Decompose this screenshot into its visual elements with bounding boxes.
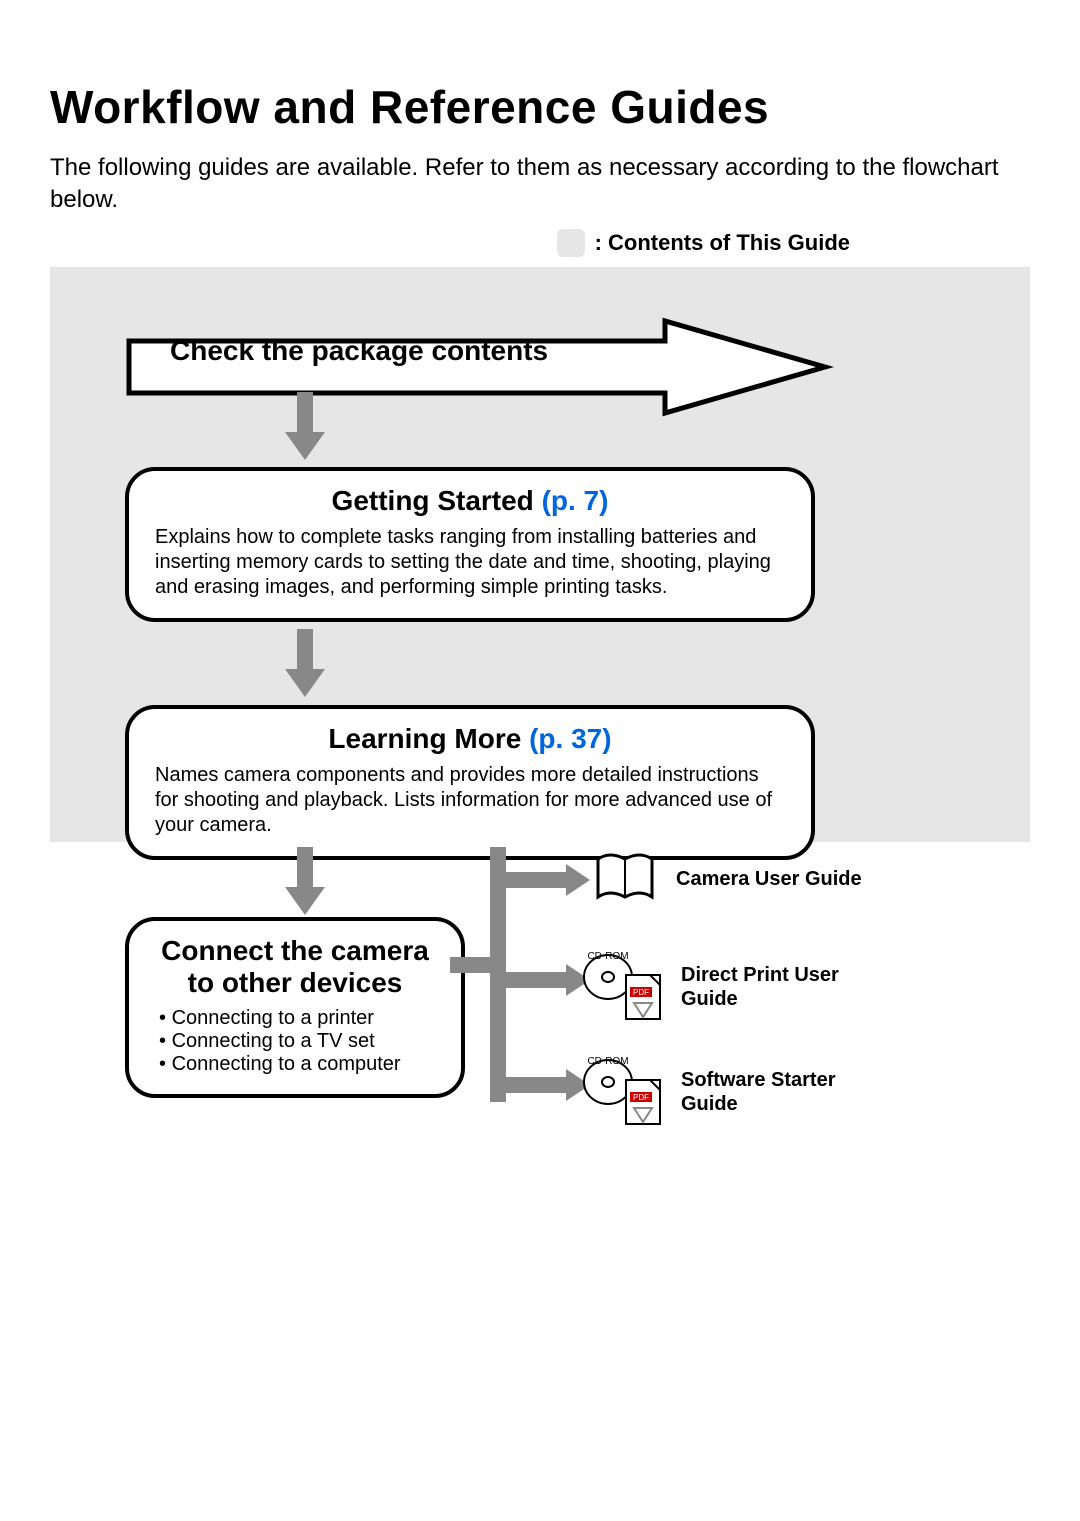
- legend: : Contents of This Guide: [50, 229, 1030, 257]
- direct-print-label: Direct Print User Guide: [681, 963, 891, 1011]
- down-arrow-icon: [275, 392, 335, 462]
- connect-item: Connecting to a computer: [159, 1053, 435, 1076]
- learning-more-box: Learning More (p. 37) Names camera compo…: [125, 705, 815, 860]
- getting-started-title-text: Getting Started: [332, 485, 542, 516]
- cdrom-pdf-icon: CD-ROM PDF: [580, 1052, 665, 1132]
- flowchart: Check the package contents Getting Start…: [50, 267, 1030, 1317]
- cdrom-pdf-icon: CD-ROM PDF: [580, 947, 665, 1027]
- svg-text:PDF: PDF: [633, 1093, 649, 1102]
- svg-text:PDF: PDF: [633, 988, 649, 997]
- learning-more-title-text: Learning More: [328, 723, 529, 754]
- getting-started-pageref[interactable]: (p. 7): [542, 485, 609, 516]
- software-starter-guide-row: CD-ROM PDF Software Starter Guide: [580, 1052, 891, 1132]
- step1-label: Check the package contents: [170, 335, 548, 367]
- page-title: Workflow and Reference Guides: [50, 80, 1030, 134]
- software-starter-label: Software Starter Guide: [681, 1068, 891, 1116]
- svg-text:CD-ROM: CD-ROM: [587, 1056, 628, 1067]
- down-arrow-icon: [275, 629, 335, 699]
- connect-title: Connect the camera to other devices: [155, 935, 435, 999]
- camera-user-guide-row: Camera User Guide: [590, 849, 862, 909]
- camera-user-guide-label: Camera User Guide: [676, 867, 862, 891]
- connect-item: Connecting to a printer: [159, 1007, 435, 1030]
- intro-text: The following guides are available. Refe…: [50, 152, 1030, 217]
- direct-print-guide-row: CD-ROM PDF Direct Print User Guide: [580, 947, 891, 1027]
- branch-arrows-icon: [450, 847, 600, 1107]
- connect-devices-box: Connect the camera to other devices Conn…: [125, 917, 465, 1098]
- book-icon: [590, 849, 660, 909]
- legend-text: : Contents of This Guide: [595, 230, 850, 256]
- svg-text:CD-ROM: CD-ROM: [587, 951, 628, 962]
- learning-more-body: Names camera components and provides mor…: [155, 763, 785, 838]
- getting-started-body: Explains how to complete tasks ranging f…: [155, 525, 785, 600]
- down-arrow-icon: [275, 847, 335, 917]
- step1-arrow-icon: [125, 317, 835, 422]
- legend-swatch-icon: [557, 229, 585, 257]
- connect-item: Connecting to a TV set: [159, 1030, 435, 1053]
- learning-more-pageref[interactable]: (p. 37): [529, 723, 611, 754]
- getting-started-box: Getting Started (p. 7) Explains how to c…: [125, 467, 815, 622]
- connect-list: Connecting to a printer Connecting to a …: [155, 1007, 435, 1076]
- learning-more-title: Learning More (p. 37): [155, 723, 785, 755]
- getting-started-title: Getting Started (p. 7): [155, 485, 785, 517]
